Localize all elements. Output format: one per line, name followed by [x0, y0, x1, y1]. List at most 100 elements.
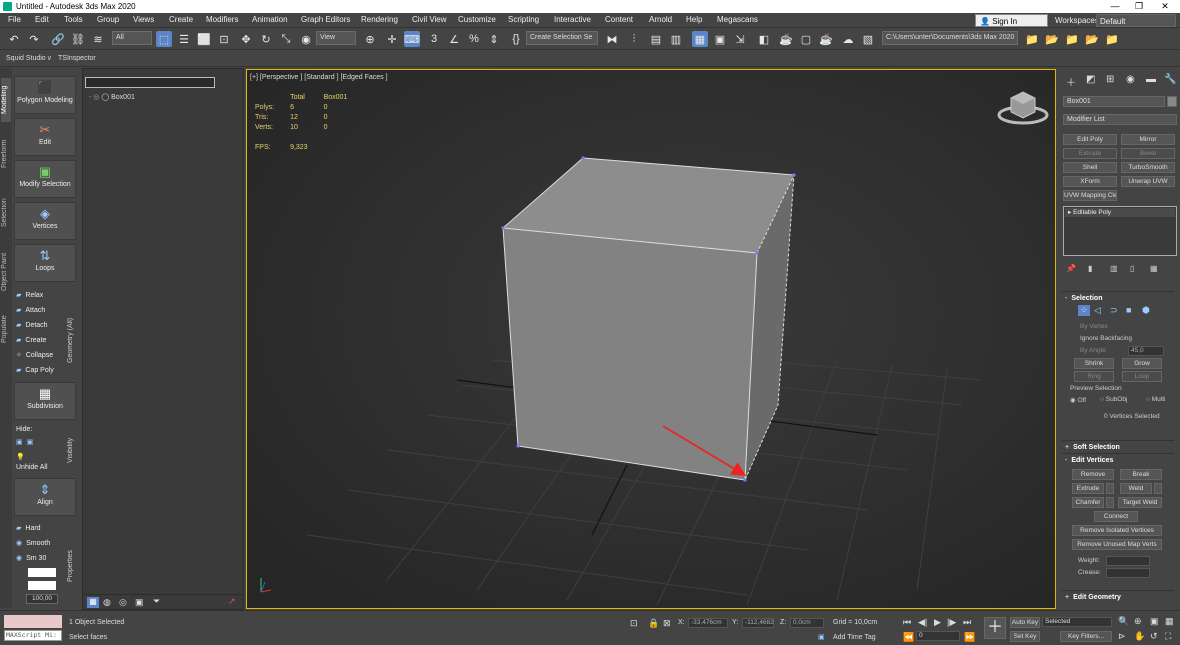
project-folder-icon[interactable]: 📁 — [1024, 31, 1040, 47]
unwrap-uvw-button[interactable]: Unwrap UVW — [1121, 176, 1175, 187]
place-icon[interactable]: ◉ — [298, 31, 314, 47]
create-button[interactable]: ▰ Create — [16, 336, 46, 344]
menu-rendering[interactable]: Rendering — [361, 15, 398, 24]
polygon-modeling-button[interactable]: ⬛ Polygon Modeling — [14, 76, 76, 114]
pan-icon[interactable]: ✋ — [1134, 631, 1145, 642]
select-manipulate-icon[interactable]: ✛ — [384, 31, 400, 47]
rendered-frame-window-icon[interactable]: ▢ — [798, 31, 814, 47]
spinner-snap-icon[interactable]: ⇕ — [486, 31, 502, 47]
maximize-button[interactable]: ❐ — [1126, 0, 1152, 13]
window-crossing-icon[interactable]: ⊡ — [216, 31, 232, 47]
color-swatch-1[interactable] — [28, 568, 56, 577]
make-unique-icon[interactable]: ▥ — [1110, 264, 1118, 273]
filter-icon[interactable]: ⏷ — [153, 596, 160, 607]
side-tab-object-paint[interactable]: Object Paint — [1, 248, 11, 296]
menu-content[interactable]: Content — [605, 15, 633, 24]
undo-icon[interactable]: ↶ — [6, 31, 22, 47]
menu-help[interactable]: Help — [686, 15, 702, 24]
unlink-icon[interactable]: ⛓ — [70, 31, 86, 47]
menu-arnold[interactable]: Arnold — [649, 15, 672, 24]
vertex-mode-icon[interactable]: ⁘ — [1078, 305, 1090, 316]
menu-modifiers[interactable]: Modifiers — [206, 15, 238, 24]
color-swatch-2[interactable] — [28, 581, 56, 590]
menu-interactive[interactable]: Interactive — [554, 15, 591, 24]
bind-space-warp-icon[interactable]: ≋ — [90, 31, 106, 47]
zoom-icon[interactable]: 🔍 — [1118, 616, 1129, 627]
goto-end-icon[interactable]: ⏭ — [963, 617, 971, 628]
show-end-result-icon[interactable]: ▮ — [1088, 264, 1092, 273]
turbosmooth-button[interactable]: TurboSmooth — [1121, 162, 1175, 173]
tab-tsinspector[interactable]: TSInspector — [58, 55, 96, 62]
remove-button[interactable]: Remove — [1072, 469, 1114, 480]
selection-lock-icon[interactable]: 🔒 — [648, 618, 659, 629]
display-shapes-icon[interactable]: ◍ — [103, 597, 111, 608]
viewport-label-menu[interactable]: [+] [Perspective ] [Standard ] [Edged Fa… — [250, 74, 388, 81]
auto-key-button[interactable]: Auto Key — [1010, 617, 1040, 628]
connect-button[interactable]: Connect — [1094, 511, 1138, 522]
orbit-icon[interactable]: ↺ — [1150, 631, 1158, 642]
render-in-cloud-icon[interactable]: ☁ — [840, 31, 856, 47]
remove-unused-map-verts-button[interactable]: Remove Unused Map Verts — [1072, 539, 1162, 550]
side-tab-modeling[interactable]: Modeling — [1, 78, 11, 122]
add-time-tag-button[interactable]: Add Time Tag — [833, 634, 876, 641]
display-geometry-icon[interactable]: ▦ — [87, 597, 99, 608]
scene-options-icon[interactable]: ↗ — [228, 596, 236, 607]
extrude-settings-button[interactable] — [1106, 483, 1114, 494]
collapse-button[interactable]: ✧ Collapse — [16, 351, 53, 359]
tab-squid-studio[interactable]: Squid Studio v — [6, 55, 51, 62]
edit-poly-button[interactable]: Edit Poly — [1063, 134, 1117, 145]
unhide-all-button[interactable]: Unhide All — [16, 464, 48, 471]
motion-tab-icon[interactable]: ◉ — [1126, 74, 1135, 85]
scene-item-box001[interactable]: - ◎ ◯ Box001 — [89, 93, 135, 101]
edit-button[interactable]: ✂ Edit — [14, 118, 76, 156]
ignore-backfacing-checkbox[interactable]: Ignore Backfacing — [1080, 335, 1132, 342]
field-of-view-icon[interactable]: ⊳ — [1118, 631, 1126, 642]
shrink-button[interactable]: Shrink — [1074, 358, 1114, 369]
key-filters-button[interactable]: Key Filters... — [1060, 631, 1112, 642]
remove-isolated-vertices-button[interactable]: Remove Isolated Vertices — [1072, 525, 1162, 536]
menu-file[interactable]: File — [8, 15, 21, 24]
z-coordinate-field[interactable]: 0,0cm — [790, 618, 824, 628]
element-mode-icon[interactable]: ⬢ — [1142, 305, 1150, 316]
menu-graph-editors[interactable]: Graph Editors — [301, 15, 350, 24]
weld-button[interactable]: Weld — [1120, 483, 1152, 494]
menu-tools[interactable]: Tools — [64, 15, 83, 24]
project-extra-icon[interactable]: 📁 — [1104, 31, 1120, 47]
edit-geometry-rollout[interactable]: + Edit Geometry — [1062, 590, 1174, 602]
absolute-mode-icon[interactable]: ⊠ — [663, 618, 671, 629]
polygon-mode-icon[interactable]: ■ — [1126, 305, 1131, 315]
maxscript-mini-listener[interactable]: MAXScript Mi: — [4, 630, 62, 641]
modifier-list-dropdown[interactable]: Modifier List — [1063, 114, 1177, 125]
modify-selection-button[interactable]: ▣ Modify Selection — [14, 160, 76, 198]
display-lights-icon[interactable]: ◎ — [119, 597, 127, 608]
project-save-icon[interactable]: 📂 — [1084, 31, 1100, 47]
schematic-view-icon[interactable]: ⇲ — [732, 31, 748, 47]
menu-edit[interactable]: Edit — [35, 15, 49, 24]
close-button[interactable]: ✕ — [1152, 0, 1178, 13]
chamfer-settings-button[interactable] — [1106, 497, 1114, 508]
stack-item-editable-poly[interactable]: ▸ Editable Poly — [1065, 208, 1175, 217]
minimize-button[interactable]: — — [1102, 0, 1128, 13]
relax-button[interactable]: ▰ Relax — [16, 291, 43, 299]
project-create-icon[interactable]: 📂 — [1044, 31, 1060, 47]
configure-sets-icon[interactable]: ▦ — [1150, 264, 1158, 273]
object-name-field[interactable]: Box001 — [1063, 96, 1165, 107]
uvw-mapping-clear-button[interactable]: UVW Mapping Clear — [1063, 190, 1117, 201]
menu-customize[interactable]: Customize — [458, 15, 496, 24]
weld-settings-button[interactable] — [1154, 483, 1162, 494]
hard-button[interactable]: ▰ Hard — [16, 524, 41, 532]
material-editor-icon[interactable]: ◧ — [756, 31, 772, 47]
edge-mode-icon[interactable]: ◁ — [1094, 305, 1101, 316]
pin-stack-icon[interactable]: 📌 — [1066, 264, 1076, 273]
attach-button[interactable]: ▰ Attach — [16, 306, 45, 314]
rotate-icon[interactable]: ↻ — [258, 31, 274, 47]
by-angle-checkbox[interactable]: By Angle: — [1080, 347, 1107, 354]
target-weld-button[interactable]: Target Weld — [1118, 497, 1162, 508]
ring-button[interactable]: Ring — [1074, 371, 1114, 382]
render-production-icon[interactable]: ☕ — [818, 31, 834, 47]
render-setup-icon[interactable]: ☕ — [778, 31, 794, 47]
link-icon[interactable]: 🔗 — [50, 31, 66, 47]
preview-subobj-radio[interactable]: ○ SubObj — [1100, 396, 1127, 403]
smooth-button[interactable]: ◉ Smooth — [16, 539, 50, 547]
edit-vertices-rollout[interactable]: - Edit Vertices — [1062, 453, 1174, 465]
